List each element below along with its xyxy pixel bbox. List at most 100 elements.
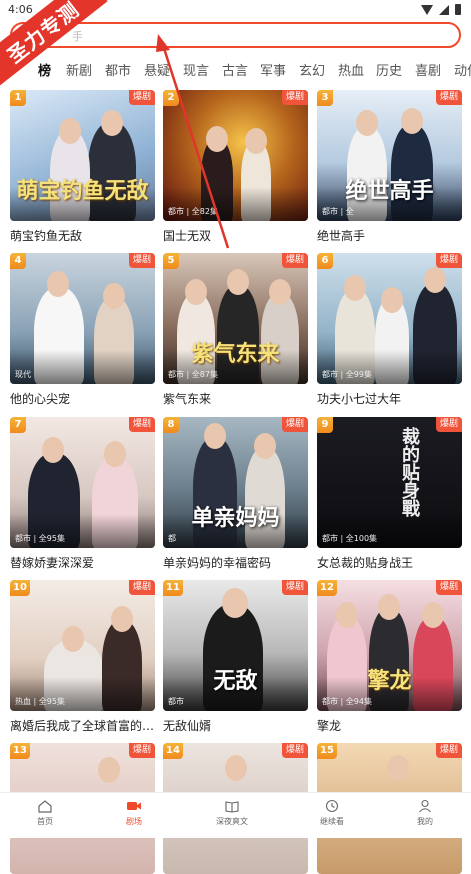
drama-title: 他的心尖宠 xyxy=(10,392,71,406)
search-input[interactable]: 手 xyxy=(10,22,461,48)
rank-badge: 2 xyxy=(163,90,179,106)
hot-badge: 爆剧 xyxy=(128,90,155,105)
drama-card[interactable]: 4 爆剧 现代 他的心尖宠 xyxy=(10,253,155,407)
nav-profile[interactable]: 我的 xyxy=(390,799,460,827)
drama-title: 国士无双 xyxy=(163,229,212,243)
drama-meta: 都市 xyxy=(168,697,184,706)
hot-badge: 爆剧 xyxy=(435,417,462,432)
drama-card[interactable]: 10 爆剧 热血 | 全95集 离婚后我成了全球首富的外... xyxy=(10,580,155,734)
tab-fantasy[interactable]: 玄幻 xyxy=(299,60,325,79)
search-placeholder: 手 xyxy=(72,30,83,43)
drama-meta: 都市 | 全87集 xyxy=(168,370,218,379)
rank-badge: 9 xyxy=(317,417,333,433)
poster-image: 萌宝钓鱼无敌 1 爆剧 xyxy=(10,90,155,221)
drama-card[interactable]: 擎龙 12 爆剧 都市 | 全94集 擎龙 xyxy=(317,580,462,734)
poster-title: 紫气东来 xyxy=(191,341,280,367)
poster-image: 6 爆剧 都市 | 全99集 xyxy=(317,253,462,384)
drama-card[interactable]: 紫气东来 5 爆剧 都市 | 全87集 紫气东来 xyxy=(163,253,308,407)
poster-image: 紫气东来 5 爆剧 都市 | 全87集 xyxy=(163,253,308,384)
drama-meta: 现代 xyxy=(15,370,31,379)
tab-ancient-romance[interactable]: 古言 xyxy=(222,60,248,79)
nav-label: 深夜爽文 xyxy=(216,817,248,826)
tab-action[interactable]: 动作 xyxy=(454,60,471,79)
nav-label: 剧场 xyxy=(126,817,142,826)
rank-badge: 13 xyxy=(10,743,30,759)
rank-badge: 8 xyxy=(163,417,179,433)
drama-title: 绝世高手 xyxy=(317,229,366,243)
nav-home[interactable]: 首页 xyxy=(10,799,80,827)
poster-image: 单亲妈妈 8 爆剧 都 xyxy=(163,417,308,548)
tab-military[interactable]: 军事 xyxy=(260,60,286,79)
wifi-icon xyxy=(421,4,433,15)
hot-badge: 爆剧 xyxy=(435,580,462,595)
hot-badge: 爆剧 xyxy=(435,253,462,268)
tab-new[interactable]: 新剧 xyxy=(66,60,92,79)
hot-badge: 爆剧 xyxy=(435,90,462,105)
drama-card[interactable]: 裁的贴身戰 9 爆剧 都市 | 全100集 女总裁的贴身战王 xyxy=(317,417,462,571)
poster-image: 绝世高手 3 爆剧 都市 | 全 xyxy=(317,90,462,221)
drama-card[interactable]: 萌宝钓鱼无敌 1 爆剧 萌宝钓鱼无敌 xyxy=(10,90,155,244)
poster-title: 无敌 xyxy=(213,668,258,694)
drama-card[interactable]: 7 爆剧 都市 | 全95集 替嫁娇妻深深爱 xyxy=(10,417,155,571)
drama-title: 擎龙 xyxy=(317,719,342,733)
rank-badge: 14 xyxy=(163,743,183,759)
nav-continue[interactable]: 继续看 xyxy=(297,799,367,827)
book-icon xyxy=(225,801,239,813)
nav-label: 首页 xyxy=(37,817,53,826)
battery-icon xyxy=(455,4,461,15)
drama-title: 女总裁的贴身战王 xyxy=(317,556,414,570)
drama-meta: 都市 | 全94集 xyxy=(322,697,372,706)
poster-image: 擎龙 12 爆剧 都市 | 全94集 xyxy=(317,580,462,711)
drama-meta: 都市 | 全 xyxy=(322,207,354,216)
drama-title: 离婚后我成了全球首富的外... xyxy=(10,719,155,733)
drama-card[interactable]: 6 爆剧 都市 | 全99集 功夫小七过大年 xyxy=(317,253,462,407)
drama-title: 紫气东来 xyxy=(163,392,212,406)
poster-image: 10 爆剧 热血 | 全95集 xyxy=(10,580,155,711)
hot-badge: 爆剧 xyxy=(281,743,308,758)
signal-icon xyxy=(439,4,449,15)
clock-icon xyxy=(325,799,339,813)
drama-title: 无敌仙婿 xyxy=(163,719,212,733)
tab-city[interactable]: 都市 xyxy=(105,60,131,79)
drama-card[interactable]: 单亲妈妈 8 爆剧 都 单亲妈妈的幸福密码 xyxy=(163,417,308,571)
tab-modern-romance[interactable]: 现言 xyxy=(183,60,209,79)
drama-card[interactable]: 绝世高手 3 爆剧 都市 | 全 绝世高手 xyxy=(317,90,462,244)
tab-suspense[interactable]: 悬疑 xyxy=(144,60,170,79)
poster-title: 单亲妈妈 xyxy=(191,505,280,531)
drama-meta: 都市 | 全82集 xyxy=(168,207,218,216)
rank-badge: 1 xyxy=(10,90,26,106)
drama-meta: 都市 | 全99集 xyxy=(322,370,372,379)
drama-title: 替嫁娇妻深深爱 xyxy=(10,556,95,570)
home-icon xyxy=(38,800,52,813)
hot-badge: 爆剧 xyxy=(281,580,308,595)
rank-badge: 10 xyxy=(10,580,30,596)
rank-badge: 5 xyxy=(163,253,179,269)
tab-action-blood[interactable]: 热血 xyxy=(338,60,364,79)
poster-title: 萌宝钓鱼无敌 xyxy=(16,178,149,204)
drama-card[interactable]: 无敌 11 爆剧 都市 无敌仙婿 xyxy=(163,580,308,734)
status-icons xyxy=(421,4,461,15)
drama-title: 功夫小七过大年 xyxy=(317,392,402,406)
poster-image: 裁的贴身戰 9 爆剧 都市 | 全100集 xyxy=(317,417,462,548)
rank-badge: 15 xyxy=(317,743,337,759)
drama-meta: 热血 | 全95集 xyxy=(15,697,65,706)
tab-ranking[interactable]: 榜 xyxy=(38,60,51,79)
hot-badge: 爆剧 xyxy=(281,90,308,105)
user-icon xyxy=(419,799,431,813)
poster-image: 无敌 11 爆剧 都市 xyxy=(163,580,308,711)
drama-card[interactable]: 2 爆剧 都市 | 全82集 国士无双 xyxy=(163,90,308,244)
bottom-nav: 首页 剧场 深夜爽文 继续看 我的 xyxy=(0,792,471,838)
hot-badge: 爆剧 xyxy=(128,253,155,268)
tab-history[interactable]: 历史 xyxy=(376,60,402,79)
poster-title: 裁的贴身戰 xyxy=(399,427,420,517)
nav-night-stories[interactable]: 深夜爽文 xyxy=(197,799,267,827)
hot-badge: 爆剧 xyxy=(128,417,155,432)
video-icon xyxy=(127,802,141,810)
rank-badge: 12 xyxy=(317,580,337,596)
poster-title: 绝世高手 xyxy=(345,178,434,204)
hot-badge: 爆剧 xyxy=(281,417,308,432)
poster-image: 4 爆剧 现代 xyxy=(10,253,155,384)
nav-theater[interactable]: 剧场 xyxy=(99,799,169,827)
rank-badge: 7 xyxy=(10,417,26,433)
tab-comedy[interactable]: 喜剧 xyxy=(415,60,441,79)
